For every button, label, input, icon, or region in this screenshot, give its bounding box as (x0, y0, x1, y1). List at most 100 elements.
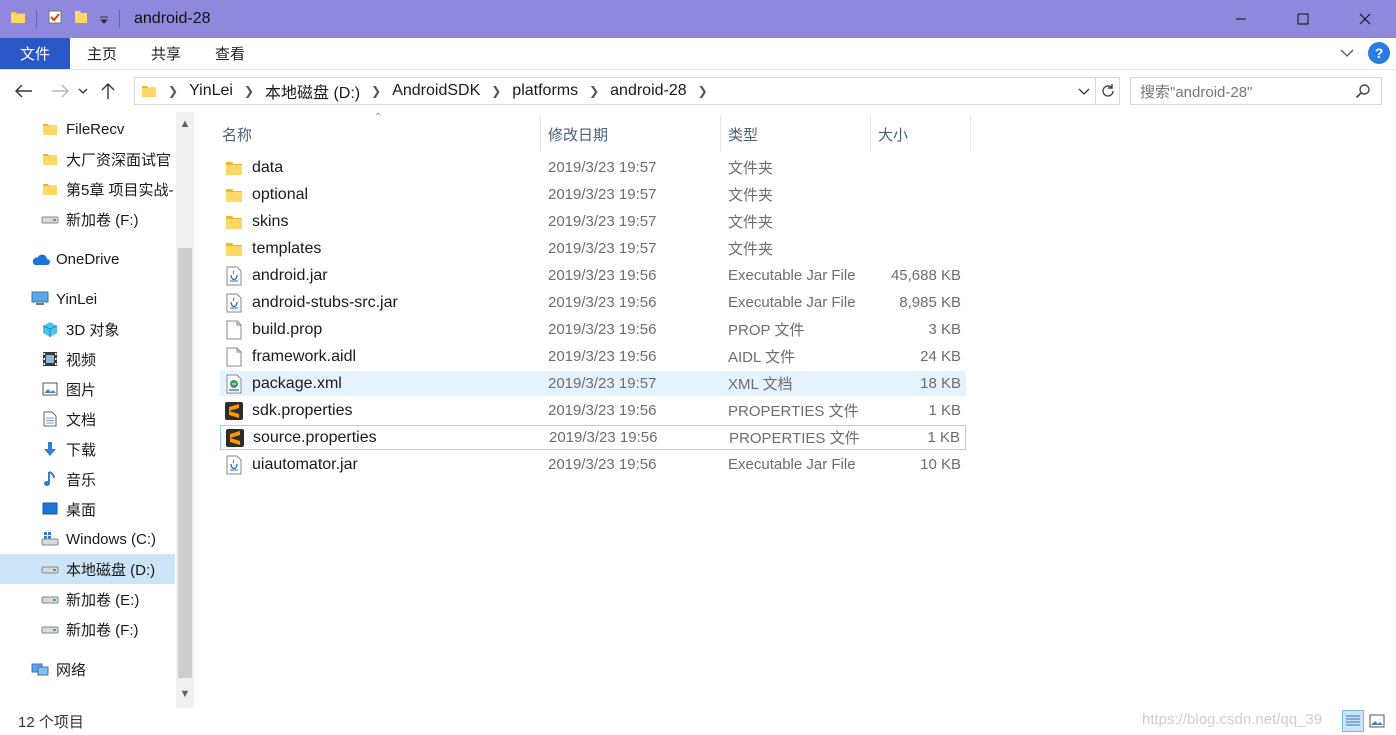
expand-ribbon-icon[interactable] (1340, 45, 1354, 62)
file-size: 45,688 KB (890, 267, 961, 284)
file-row[interactable]: android-stubs-src.jar 2019/3/23 19:56 Ex… (220, 290, 966, 315)
breadcrumb-androidsdk[interactable]: AndroidSDK (392, 82, 480, 100)
properties-icon[interactable] (47, 9, 63, 29)
chevron-right-icon[interactable]: ❯ (491, 84, 501, 98)
sidebar-item-yinlei[interactable]: YinLei (0, 284, 175, 314)
sidebar-item-pictures[interactable]: 图片 (0, 374, 175, 404)
breadcrumb-drive-d[interactable]: 本地磁盘 (D:) (265, 79, 360, 103)
file-type: PROP 文件 (728, 322, 805, 339)
recent-locations-button[interactable] (74, 77, 92, 105)
tab-file[interactable]: 文件 (0, 38, 71, 69)
sublime-icon (223, 400, 245, 422)
sidebar-item-onedrive[interactable]: OneDrive (0, 244, 175, 274)
file-row[interactable]: data 2019/3/23 19:57 文件夹 (220, 155, 966, 180)
file-row[interactable]: skins 2019/3/23 19:57 文件夹 (220, 209, 966, 234)
minimize-button[interactable] (1210, 0, 1272, 38)
file-type: 文件夹 (728, 241, 774, 258)
file-row[interactable]: package.xml 2019/3/23 19:57 XML 文档 18 KB (220, 371, 966, 396)
chevron-right-icon[interactable]: ❯ (698, 84, 708, 98)
view-toggle (1342, 710, 1388, 732)
scroll-down-icon[interactable]: ▼ (176, 684, 194, 704)
navigation-pane: FileRecv 大厂资深面试官 第5章 项目实战- 新加卷 (F:) OneD… (0, 112, 196, 708)
sidebar-item-filerecv[interactable]: FileRecv (0, 114, 175, 144)
maximize-button[interactable] (1272, 0, 1334, 38)
window-title: android-28 (134, 10, 211, 27)
navigation-bar: ❯ YinLei ❯ 本地磁盘 (D:) ❯ AndroidSDK ❯ plat… (0, 70, 1396, 112)
file-name: android.jar (252, 266, 328, 284)
column-header-date[interactable]: 修改日期 (540, 116, 720, 152)
file-row[interactable]: optional 2019/3/23 19:57 文件夹 (220, 182, 966, 207)
chevron-right-icon[interactable]: ❯ (371, 84, 381, 98)
chevron-right-icon[interactable]: ❯ (589, 84, 599, 98)
sidebar-item-label: 本地磁盘 (D:) (66, 561, 156, 579)
file-row[interactable]: uiautomator.jar 2019/3/23 19:56 Executab… (220, 452, 966, 477)
back-button[interactable] (10, 77, 38, 105)
column-divider[interactable] (970, 116, 971, 152)
tab-home[interactable]: 主页 (70, 38, 134, 69)
cloud-icon (30, 249, 50, 269)
sidebar-item-chapter5[interactable]: 第5章 项目实战- (0, 174, 175, 204)
sidebar-item-videos[interactable]: 视频 (0, 344, 175, 374)
large-icons-view-button[interactable] (1366, 710, 1388, 732)
breadcrumb-yinlei[interactable]: YinLei (189, 82, 233, 100)
address-bar[interactable]: ❯ YinLei ❯ 本地磁盘 (D:) ❯ AndroidSDK ❯ plat… (134, 77, 1096, 105)
sidebar-scrollbar[interactable]: ▲ ▼ (176, 112, 194, 708)
sidebar-item-drive-c[interactable]: Windows (C:) (0, 524, 175, 554)
sidebar-item-drive-e[interactable]: 新加卷 (E:) (0, 584, 175, 614)
windows-drive-icon (40, 529, 60, 549)
file-row[interactable]: android.jar 2019/3/23 19:56 Executable J… (220, 263, 966, 288)
sidebar-item-network[interactable]: 网络 (0, 654, 175, 684)
address-dropdown-icon[interactable] (1077, 81, 1091, 105)
file-row[interactable]: sdk.properties 2019/3/23 19:56 PROPERTIE… (220, 398, 966, 423)
file-date: 2019/3/23 19:56 (548, 348, 657, 365)
sidebar-item-interview[interactable]: 大厂资深面试官 (0, 144, 175, 174)
file-date: 2019/3/23 19:56 (548, 321, 657, 338)
up-button[interactable] (94, 77, 122, 105)
file-type: AIDL 文件 (728, 349, 795, 366)
tab-share[interactable]: 共享 (134, 38, 198, 69)
sidebar-item-drive-f[interactable]: 新加卷 (F:) (0, 614, 175, 644)
breadcrumb-platforms[interactable]: platforms (512, 82, 578, 100)
sidebar-item-drive-f-quick[interactable]: 新加卷 (F:) (0, 204, 175, 234)
folder-icon (141, 83, 157, 99)
file-name: framework.aidl (252, 347, 357, 365)
new-folder-icon[interactable] (73, 9, 89, 29)
search-icon[interactable] (1355, 83, 1371, 103)
sidebar-item-desktop[interactable]: 桌面 (0, 494, 175, 524)
file-row[interactable]: framework.aidl 2019/3/23 19:56 AIDL 文件 2… (220, 344, 966, 369)
sidebar-item-drive-d[interactable]: 本地磁盘 (D:) (0, 554, 175, 584)
file-name: android-stubs-src.jar (252, 293, 398, 311)
file-date: 2019/3/23 19:57 (548, 240, 657, 257)
refresh-button[interactable] (1096, 77, 1120, 105)
sidebar-item-3d-objects[interactable]: 3D 对象 (0, 314, 175, 344)
sidebar-item-music[interactable]: 音乐 (0, 464, 175, 494)
file-date: 2019/3/23 19:56 (549, 429, 658, 446)
file-row[interactable]: templates 2019/3/23 19:57 文件夹 (220, 236, 966, 261)
sidebar-item-label: FileRecv (66, 120, 125, 138)
scroll-up-icon[interactable]: ▲ (176, 114, 194, 134)
sidebar-item-label: 文档 (66, 411, 97, 429)
file-row[interactable]: source.properties 2019/3/23 19:56 PROPER… (220, 425, 966, 450)
customize-toolbar-icon[interactable] (99, 11, 109, 28)
file-type: Executable Jar File (728, 456, 856, 473)
close-button[interactable] (1334, 0, 1396, 38)
picture-icon (40, 379, 60, 399)
column-header-type[interactable]: 类型 (720, 116, 870, 152)
breadcrumb-android-28[interactable]: android-28 (610, 82, 687, 100)
sidebar-item-downloads[interactable]: 下载 (0, 434, 175, 464)
chevron-right-icon[interactable]: ❯ (244, 84, 254, 98)
forward-button[interactable] (46, 77, 74, 105)
column-header-name[interactable]: 名称 (214, 116, 540, 152)
jar-icon (223, 454, 245, 476)
folder-icon (40, 119, 60, 139)
sidebar-item-label: Windows (C:) (66, 530, 157, 548)
sidebar-item-documents[interactable]: 文档 (0, 404, 175, 434)
column-header-size[interactable]: 大小 (870, 116, 970, 152)
tab-view[interactable]: 查看 (198, 38, 262, 69)
file-size: 1 KB (928, 402, 961, 419)
help-button[interactable]: ? (1368, 42, 1390, 64)
details-view-button[interactable] (1342, 710, 1364, 732)
file-row[interactable]: build.prop 2019/3/23 19:56 PROP 文件 3 KB (220, 317, 966, 342)
scrollbar-thumb[interactable] (178, 248, 192, 678)
search-box[interactable]: 搜索"android-28" (1130, 77, 1382, 105)
